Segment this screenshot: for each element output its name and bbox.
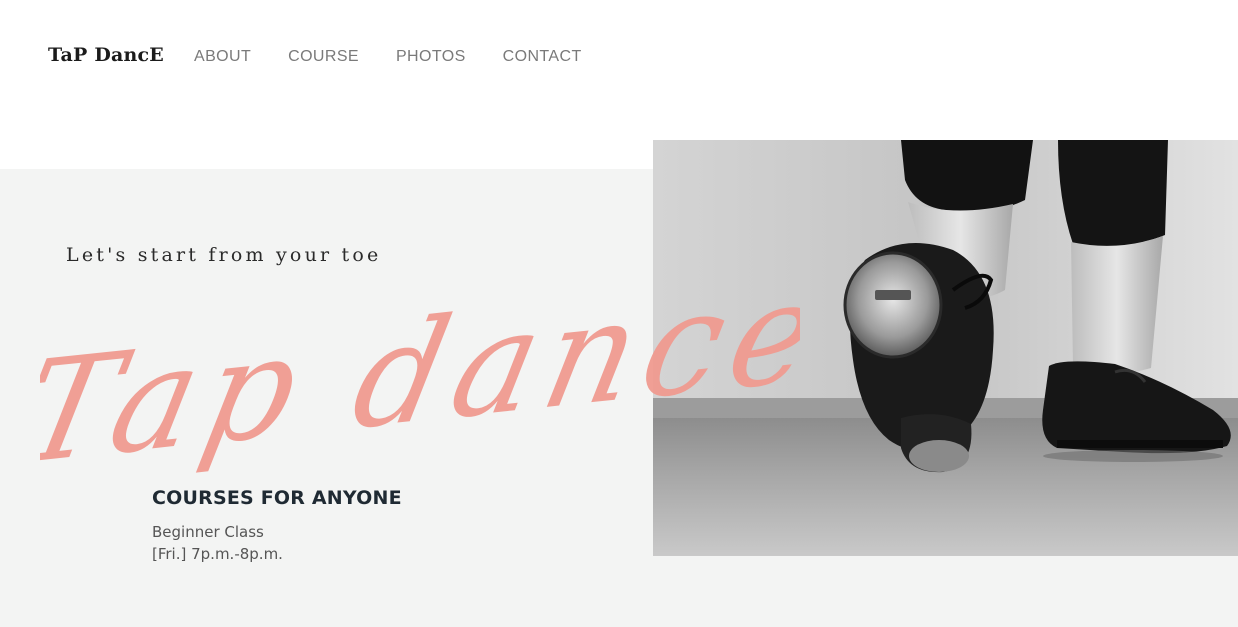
nav-item-course[interactable]: COURSE <box>288 48 359 66</box>
nav-item-contact[interactable]: CONTACT <box>503 48 582 66</box>
nav-item-photos[interactable]: PHOTOS <box>396 48 466 66</box>
main-nav: ABOUT COURSE PHOTOS CONTACT <box>194 48 582 66</box>
tap-shoes-image <box>653 140 1238 556</box>
site-logo[interactable]: TaP DancE <box>48 44 164 66</box>
courses-heading: COURSES FOR ANYONE <box>152 487 402 509</box>
course-class-name: Beginner Class <box>152 523 264 541</box>
nav-item-about[interactable]: ABOUT <box>194 48 251 66</box>
site-header: TaP DancE ABOUT COURSE PHOTOS CONTACT <box>0 0 1238 115</box>
course-schedule: [Fri.] 7p.m.-8p.m. <box>152 545 283 563</box>
hero-tagline: Let's start from your toe <box>66 244 382 266</box>
tap-shoes-photo <box>653 140 1238 556</box>
